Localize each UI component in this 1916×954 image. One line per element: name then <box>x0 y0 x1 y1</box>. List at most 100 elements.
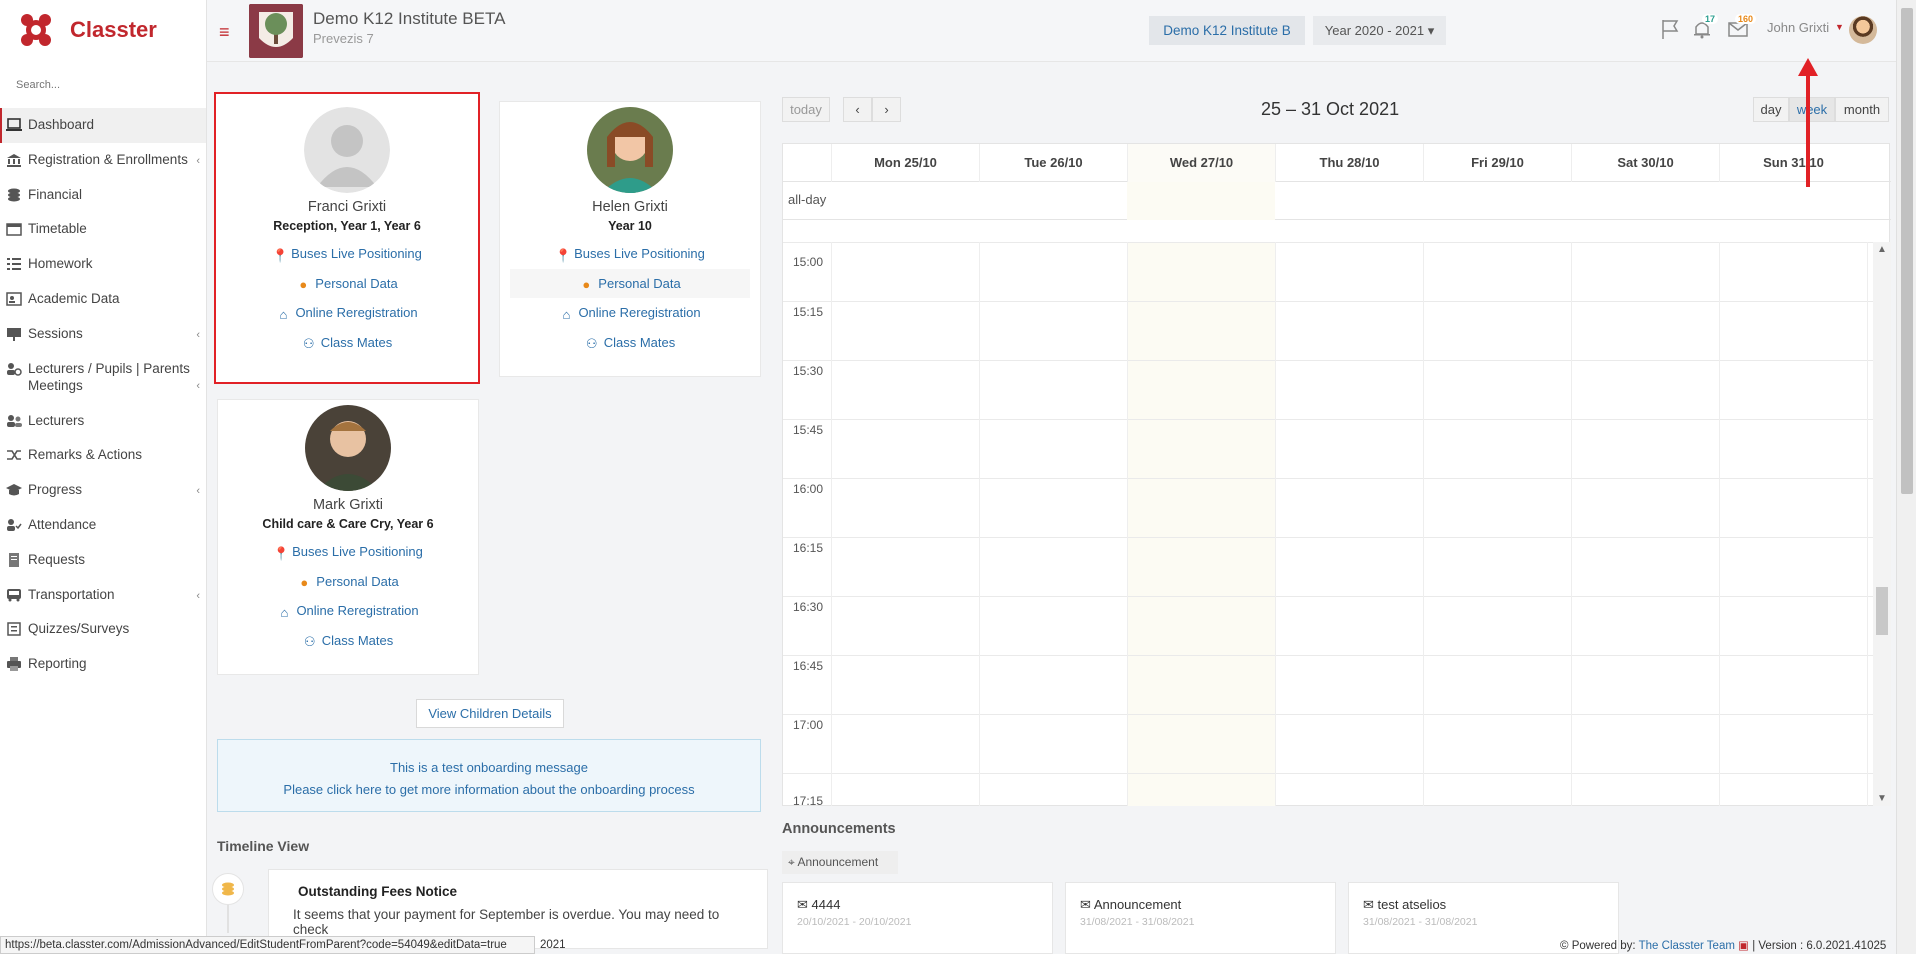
time-slot-row[interactable]: 17:15 <box>783 773 1873 806</box>
announcement-tag-label: Announcement <box>797 855 879 869</box>
scroll-down-icon[interactable]: ▼ <box>1877 793 1887 804</box>
calendar-scrollbar[interactable]: ▲ ▼ <box>1873 242 1891 806</box>
sidebar-item-timetable[interactable]: Timetable <box>0 212 206 247</box>
printer-icon <box>6 657 22 672</box>
sidebar-item-label: Lecturers <box>28 412 85 428</box>
sidebar-item-sessions[interactable]: Sessions ‹ <box>0 317 206 352</box>
bank-icon: ⌂ <box>279 306 288 322</box>
class-mates-link[interactable]: ⚇ Class Mates <box>510 328 750 358</box>
classter-logo[interactable]: Classter <box>16 10 157 50</box>
user-name[interactable]: John Grixti <box>1767 20 1829 35</box>
time-slot-row[interactable]: 15:15 <box>783 301 1873 360</box>
personal-data-link[interactable]: ● Personal Data <box>510 268 750 298</box>
graduation-cap-icon <box>6 483 22 497</box>
page-scrollbar[interactable] <box>1896 0 1916 954</box>
hamburger-menu-icon[interactable]: ≡ <box>219 22 230 43</box>
time-label: 17:00 <box>793 718 824 732</box>
time-slot-row[interactable]: 15:45 <box>783 419 1873 478</box>
sidebar-item-quizzes[interactable]: Quizzes/Surveys <box>0 612 206 647</box>
time-slot-row[interactable]: 16:15 <box>783 537 1873 596</box>
sidebar-item-lecturers[interactable]: Lecturers <box>0 404 206 439</box>
institute-selector-button[interactable]: Demo K12 Institute B <box>1149 16 1305 45</box>
users-group-icon: ⚇ <box>303 634 316 650</box>
sidebar-item-registration[interactable]: Registration & Enrollments ‹ <box>0 143 206 178</box>
classter-small-icon: © <box>1560 940 1569 952</box>
buses-live-positioning-link[interactable]: 📍 Buses Live Positioning <box>216 239 478 269</box>
user-caret-down-icon[interactable]: ▼ <box>1835 22 1844 32</box>
time-slot-row[interactable]: 16:00 <box>783 478 1873 537</box>
calendar-next-button[interactable]: › <box>872 97 901 122</box>
link-label: Class Mates <box>320 334 393 350</box>
class-mates-link[interactable]: ⚇ Class Mates <box>218 626 478 656</box>
online-reregistration-link[interactable]: ⌂ Online Reregistration <box>510 298 750 328</box>
map-marker-icon: 📍 <box>555 247 572 263</box>
calendar-day-view-button[interactable]: day <box>1753 97 1789 122</box>
time-slot-row[interactable]: 16:45 <box>783 655 1873 714</box>
onboarding-message[interactable]: This is a test onboarding message Please… <box>217 739 761 812</box>
time-slot-row[interactable]: 16:30 <box>783 596 1873 655</box>
sidebar-item-label: Transportation <box>28 586 115 602</box>
sidebar-item-label: Requests <box>28 551 86 567</box>
column-divider <box>1423 242 1424 806</box>
personal-data-link[interactable]: ● Personal Data <box>218 567 478 597</box>
time-slot-row[interactable]: 15:30 <box>783 360 1873 419</box>
users-meeting-icon <box>6 362 22 376</box>
calendar-scrollbar-thumb[interactable] <box>1876 587 1888 635</box>
tag-icon: ⌖ <box>788 855 795 869</box>
announcement-date: 31/08/2021 - 31/08/2021 <box>1363 916 1478 928</box>
calendar-week-view-button[interactable]: week <box>1789 97 1835 122</box>
column-divider <box>1275 242 1276 806</box>
envelope-open-icon: ✉ <box>1080 897 1091 912</box>
time-slot-row[interactable]: 17:00 <box>783 714 1873 773</box>
sidebar-item-progress[interactable]: Progress ‹ <box>0 473 206 508</box>
time-slot-row[interactable]: 15:00 <box>783 242 1873 301</box>
user-avatar[interactable] <box>1849 16 1877 44</box>
announcement-card[interactable]: ✉ 4444 20/10/2021 - 20/10/2021 <box>782 882 1053 954</box>
calendar-time-slots[interactable]: 15:00 15:15 15:30 15:45 16:00 16:15 16:3… <box>783 242 1891 806</box>
time-label: 15:45 <box>793 423 824 437</box>
sidebar-item-dashboard[interactable]: Dashboard <box>0 108 206 143</box>
sidebar-item-financial[interactable]: Financial <box>0 178 206 213</box>
buses-live-positioning-link[interactable]: 📍 Buses Live Positioning <box>510 239 750 269</box>
sidebar-item-transportation[interactable]: Transportation ‹ <box>0 578 206 613</box>
sidebar-search-input[interactable] <box>6 72 190 98</box>
chevron-left-icon: ‹ <box>196 379 200 392</box>
calendar-prev-button[interactable]: ‹ <box>843 97 872 122</box>
sidebar-item-requests[interactable]: Requests <box>0 543 206 578</box>
online-reregistration-link[interactable]: ⌂ Online Reregistration <box>216 298 478 328</box>
column-divider <box>831 242 832 806</box>
online-reregistration-link[interactable]: ⌂ Online Reregistration <box>218 596 478 626</box>
sidebar-item-remarks[interactable]: Remarks & Actions <box>0 438 206 473</box>
column-divider <box>1719 242 1720 806</box>
presentation-icon <box>6 327 22 341</box>
sidebar-item-reporting[interactable]: Reporting <box>0 647 206 682</box>
class-mates-link[interactable]: ⚇ Class Mates <box>216 328 478 358</box>
time-label: 15:00 <box>793 255 824 269</box>
scroll-up-icon[interactable]: ▲ <box>1877 244 1887 255</box>
map-marker-icon: 📍 <box>273 545 290 561</box>
allday-label: all-day <box>788 192 827 207</box>
day-header-sun: Sun 31/10 <box>1719 144 1867 182</box>
classter-team-link[interactable]: The Classter Team <box>1639 940 1735 952</box>
buses-live-positioning-link[interactable]: 📍 Buses Live Positioning <box>218 537 478 567</box>
year-selector-dropdown[interactable]: Year 2020 - 2021 ▾ <box>1313 16 1446 45</box>
page-scrollbar-thumb[interactable] <box>1901 8 1913 494</box>
announcement-tag[interactable]: ⌖ Announcement <box>782 851 898 874</box>
sidebar-item-attendance[interactable]: Attendance <box>0 508 206 543</box>
envelope-icon: ✉ <box>797 897 808 912</box>
personal-data-link[interactable]: ● Personal Data <box>216 269 478 299</box>
sidebar-item-academic-data[interactable]: Academic Data <box>0 282 206 317</box>
calendar-month-view-button[interactable]: month <box>1835 97 1889 122</box>
view-children-details-button[interactable]: View Children Details <box>416 699 564 728</box>
day-header-thu: Thu 28/10 <box>1275 144 1423 182</box>
flag-icon[interactable] <box>1659 18 1681 40</box>
onboarding-link[interactable]: Please click here to get more informatio… <box>218 779 760 801</box>
announcement-card[interactable]: ✉ Announcement 31/08/2021 - 31/08/2021 <box>1065 882 1336 954</box>
chevron-left-icon: ‹ <box>196 589 200 602</box>
sidebar-item-homework[interactable]: Homework <box>0 247 206 282</box>
sidebar-item-meetings[interactable]: Lecturers / Pupils | Parents Meetings ‹ <box>0 352 206 404</box>
child-card-franci: Franci Grixti Reception, Year 1, Year 6 … <box>214 92 480 384</box>
column-divider <box>1867 242 1868 806</box>
shuffle-icon <box>6 448 22 462</box>
calendar-today-button[interactable]: today <box>782 97 830 122</box>
